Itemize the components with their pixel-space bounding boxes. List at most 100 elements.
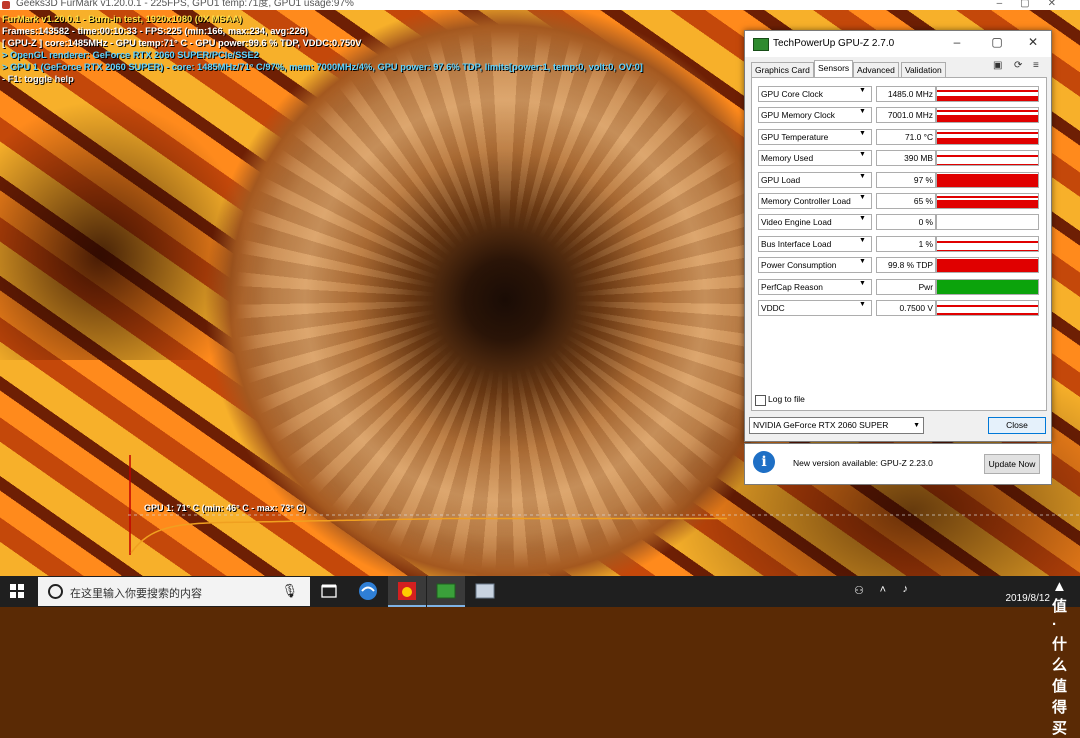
tab-graphics-card[interactable]: Graphics Card <box>751 62 814 77</box>
sensor-name-select[interactable]: GPU Core Clock <box>758 86 872 102</box>
sensor-value: 97 % <box>876 171 936 188</box>
sensor-name-select[interactable]: Memory Used <box>758 150 872 167</box>
chevron-down-icon[interactable]: ▼ <box>859 258 866 265</box>
temperature-graph-label: GPU 1: 71° C (min: 46° C - max: 73° C) <box>144 503 306 513</box>
sensor-name-select[interactable]: VDDC <box>758 300 872 316</box>
chevron-down-icon[interactable]: ▼ <box>859 301 866 308</box>
device-select[interactable]: NVIDIA GeForce RTX 2060 SUPER ▼ <box>749 417 924 434</box>
chevron-down-icon[interactable]: ▼ <box>859 280 866 287</box>
sensor-name-select[interactable]: Memory Controller Load <box>758 193 872 209</box>
tab-sensors[interactable]: Sensors <box>814 60 854 77</box>
log-to-file-checkbox[interactable] <box>755 395 766 406</box>
sensor-graph <box>936 150 1039 167</box>
sensor-row: GPU Memory Clock ▼ 7001.0 MHz <box>758 107 1040 124</box>
sensor-graph <box>936 235 1039 252</box>
gpuz-taskbar-icon[interactable] <box>427 576 465 607</box>
osd-line: - F1: toggle help <box>2 74 74 84</box>
sensor-graph <box>936 214 1039 231</box>
gpuz-title: TechPowerUp GPU-Z 2.7.0 <box>773 38 895 49</box>
sensor-name-select[interactable]: Power Consumption <box>758 257 872 274</box>
maximize-button[interactable]: ▢ <box>987 35 1007 49</box>
chevron-down-icon: ▼ <box>913 422 920 429</box>
sensor-row: Memory Controller Load ▼ 65 % <box>758 193 1040 209</box>
furmark-app-icon <box>2 1 10 9</box>
taskbar-search[interactable]: 在这里输入你要搜索的内容 🎙 <box>38 577 310 606</box>
sensor-value: 99.8 % TDP <box>876 257 936 274</box>
gpuz-titlebar[interactable]: TechPowerUp GPU-Z 2.7.0 – ▢ ✕ <box>745 31 1051 57</box>
sensor-value: 0 % <box>876 214 936 231</box>
sensor-graph-peak <box>937 196 1038 198</box>
window-title: Geeks3D FurMark v1.20.0.1 - 225FPS, GPU1… <box>16 0 354 9</box>
sensor-name-select[interactable]: GPU Load <box>758 171 872 188</box>
sensor-value: 7001.0 MHz <box>876 107 936 124</box>
show-hidden-icon[interactable]: ˄ <box>880 584 886 596</box>
sensor-row: VDDC ▼ 0.7500 V <box>758 300 1040 316</box>
sensor-row: GPU Load ▼ 97 % <box>758 171 1040 188</box>
gpuz-logo-icon <box>753 38 769 51</box>
tab-validation[interactable]: Validation <box>901 62 946 77</box>
sensor-graph-peak <box>937 110 1038 113</box>
windows-start-icon[interactable] <box>10 584 24 598</box>
tab-advanced[interactable]: Advanced <box>853 62 899 77</box>
osd-line: FurMark v1.20.0.1 - Burn-in test, 1920x1… <box>2 14 243 24</box>
sensor-graph <box>936 171 1039 188</box>
watermark-logo: ▲ 值·什么值得买 <box>1052 578 1069 737</box>
chevron-down-icon[interactable]: ▼ <box>859 194 866 201</box>
furmark-taskbar-icon[interactable] <box>388 576 426 607</box>
furmark-osd: FurMark v1.20.0.1 - Burn-in test, 1920x1… <box>2 13 643 85</box>
sensor-value: 71.0 °C <box>876 128 936 145</box>
chevron-down-icon[interactable]: ▼ <box>859 130 866 137</box>
update-now-button[interactable]: Update Now <box>984 454 1040 474</box>
gpuz-window[interactable]: TechPowerUp GPU-Z 2.7.0 – ▢ ✕ Graphics C… <box>744 30 1052 442</box>
sensor-graph-peak <box>937 155 1038 158</box>
window-controls[interactable]: –▢✕ <box>997 0 1074 9</box>
chevron-down-icon[interactable]: ▼ <box>859 87 866 94</box>
volume-icon[interactable]: ♪ <box>903 583 909 595</box>
menu-icon[interactable]: ≡ <box>1033 60 1039 71</box>
minimize-button[interactable]: – <box>947 35 967 49</box>
device-select-value: NVIDIA GeForce RTX 2060 SUPER <box>753 420 889 430</box>
sensor-graph-peak <box>937 240 1038 243</box>
info-icon: i <box>753 451 775 473</box>
taskbar-clock-date: 2019/8/12 <box>1005 593 1051 604</box>
sensor-name-select[interactable]: GPU Memory Clock <box>758 107 872 124</box>
sensor-name-select[interactable]: Bus Interface Load <box>758 235 872 252</box>
sensor-row: Video Engine Load ▼ 0 % <box>758 214 1040 231</box>
sensor-graph <box>936 86 1039 102</box>
chevron-down-icon[interactable]: ▼ <box>859 215 866 222</box>
sensor-graph-fill <box>937 279 1038 294</box>
sensor-graph <box>936 257 1039 274</box>
camera-icon[interactable]: ▣ <box>993 60 1002 71</box>
microphone-icon[interactable]: 🎙 <box>281 583 298 599</box>
sensor-graph <box>936 300 1039 316</box>
sensor-name-select[interactable]: PerfCap Reason <box>758 278 872 295</box>
sensor-name-select[interactable]: Video Engine Load <box>758 214 872 231</box>
chevron-down-icon[interactable]: ▼ <box>859 237 866 244</box>
osd-line: Frames:143582 - time:00:10:33 - FPS:225 … <box>2 26 308 36</box>
sensor-graph-fill <box>937 137 1038 144</box>
sensor-name-select[interactable]: GPU Temperature <box>758 128 872 145</box>
furmark-titlebar[interactable]: Geeks3D FurMark v1.20.0.1 - 225FPS, GPU1… <box>0 0 1080 10</box>
sensor-value: 1 % <box>876 235 936 252</box>
update-message: New version available: GPU-Z 2.23.0 <box>793 458 933 468</box>
app-taskbar-icon[interactable] <box>466 576 504 607</box>
close-button[interactable]: Close <box>988 417 1046 434</box>
cortana-icon[interactable] <box>48 584 63 599</box>
chevron-down-icon[interactable]: ▼ <box>859 108 866 115</box>
sensor-row: Bus Interface Load ▼ 1 % <box>758 235 1040 252</box>
sensor-graph <box>936 278 1039 295</box>
chevron-down-icon[interactable]: ▼ <box>859 173 866 180</box>
chevron-down-icon[interactable]: ▼ <box>859 151 866 158</box>
taskbar: 在这里输入你要搜索的内容 🎙 ⚇ ˄ ♪ ▲ 值·什么值得买 2019/8/12 <box>0 576 1080 737</box>
sensors-panel: GPU Core Clock ▼ 1485.0 MHz GPU Memory Cloc… <box>751 77 1047 411</box>
osd-line: > GPU 1 (GeForce RTX 2060 SUPER) - core:… <box>2 62 643 72</box>
refresh-icon[interactable]: ⟳ <box>1014 60 1022 71</box>
sensor-graph-fill <box>937 175 1038 187</box>
browser-taskbar-icon[interactable] <box>349 576 387 607</box>
people-icon[interactable]: ⚇ <box>854 584 864 597</box>
close-window-button[interactable]: ✕ <box>1023 35 1043 49</box>
task-view-icon[interactable] <box>310 576 348 607</box>
sensor-row: Memory Used ▼ 390 MB <box>758 150 1040 167</box>
sensor-value: 390 MB <box>876 150 936 167</box>
osd-line: > OpenGL renderer: GeForce RTX 2060 SUPE… <box>2 50 259 60</box>
